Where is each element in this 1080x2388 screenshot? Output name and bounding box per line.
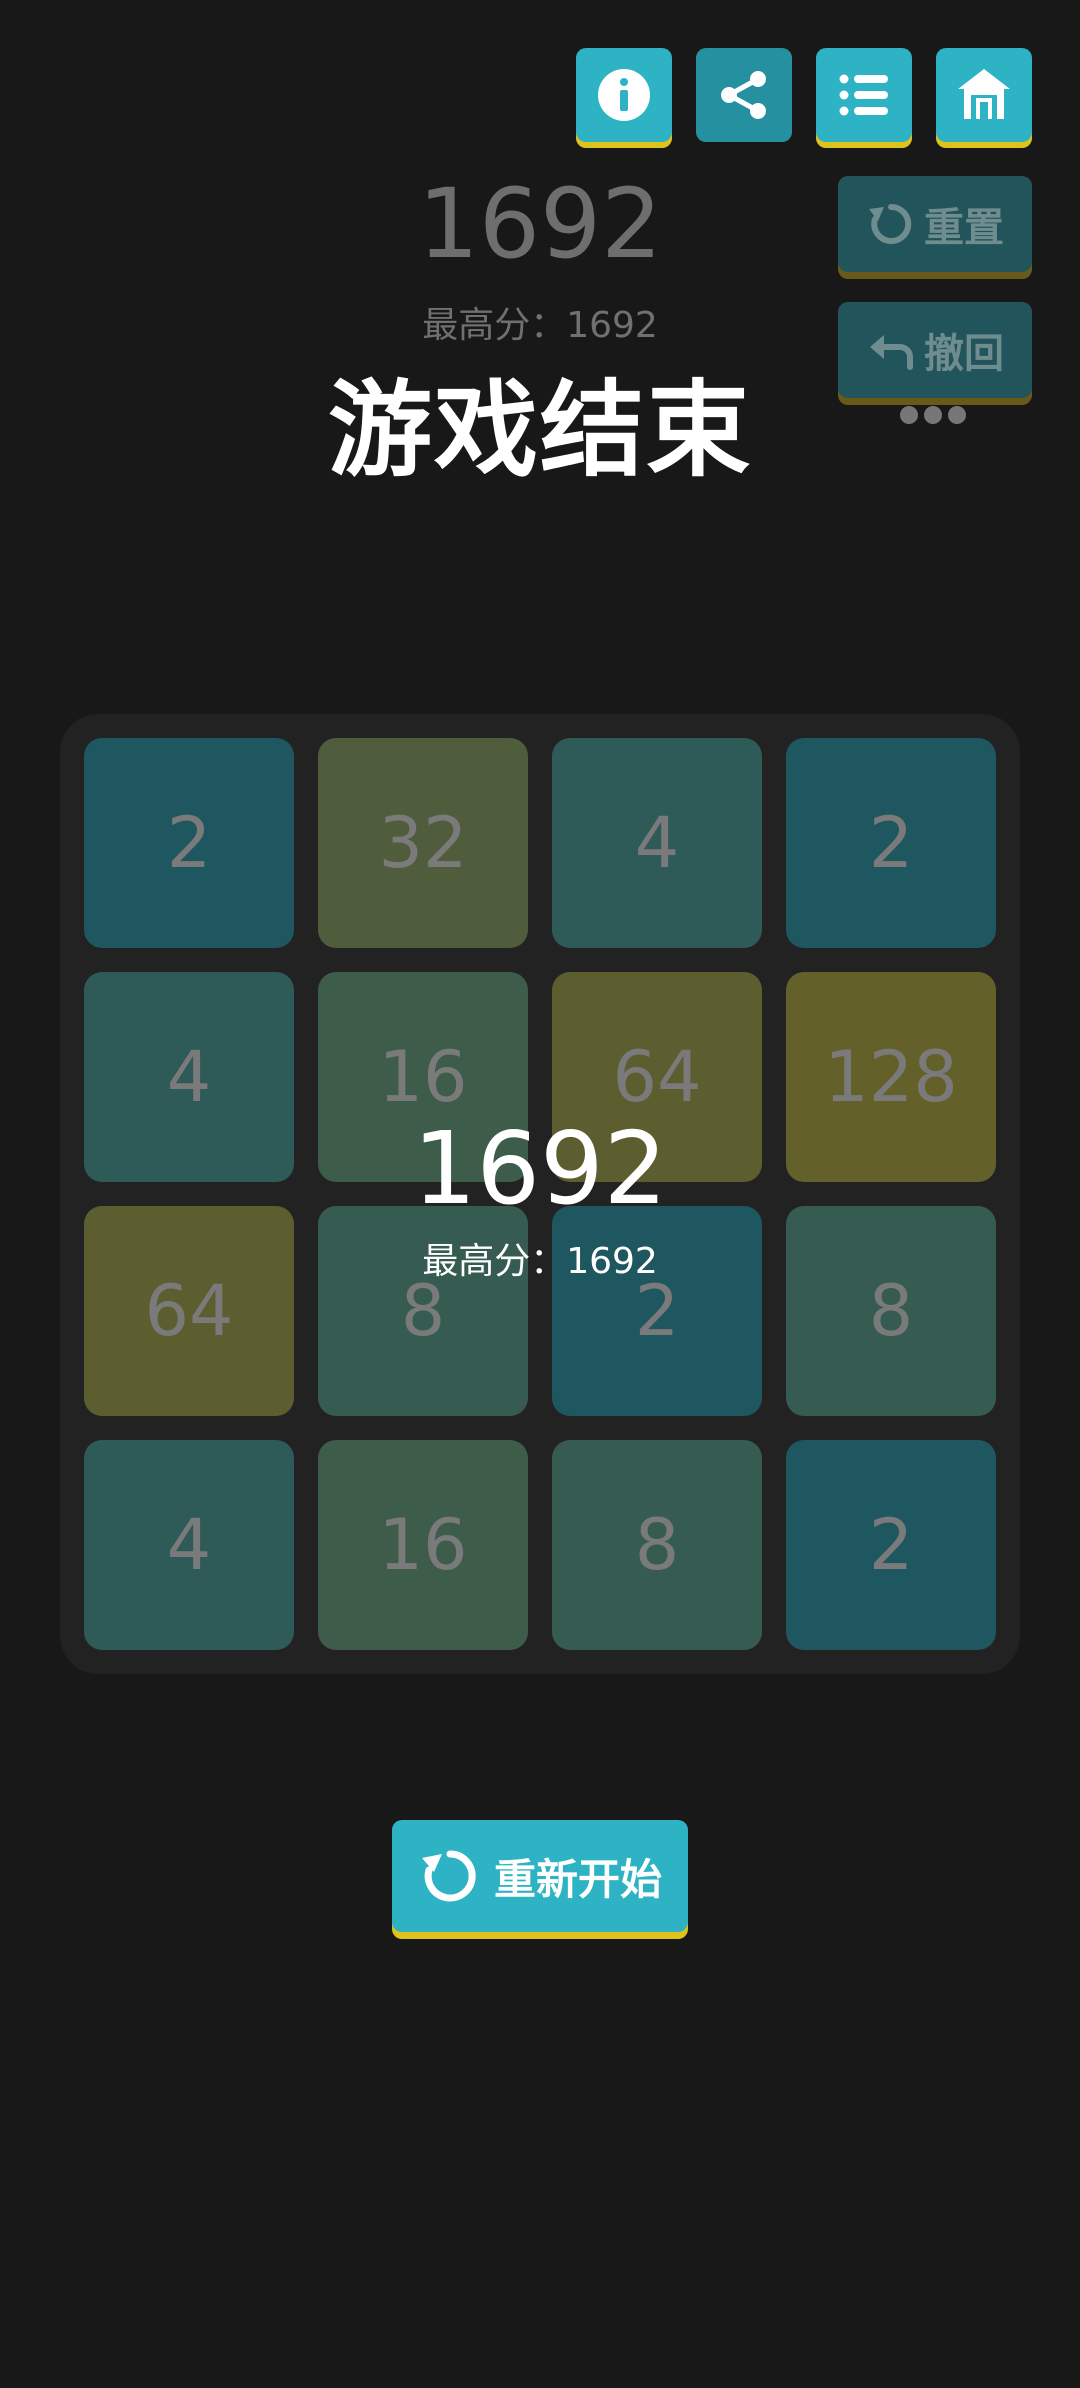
info-button[interactable] — [576, 48, 672, 142]
current-score: 1692 — [417, 168, 663, 280]
tile: 2 — [786, 738, 996, 948]
game-over-title: 游戏结束 — [327, 369, 752, 491]
overlay-best-score: 最高分：1692 — [422, 1241, 658, 1282]
tile: 16 — [318, 1440, 528, 1650]
game-screen: 重置 撤回 1692 最高分：1692 游戏结束 2 32 4 2 4 16 64 128 64… — [0, 0, 1080, 2388]
overlay-score: 1692 — [412, 1110, 668, 1227]
tile: 8 — [552, 1440, 762, 1650]
home-button[interactable] — [936, 48, 1032, 142]
leaderboard-button[interactable] — [816, 48, 912, 142]
list-icon — [839, 74, 888, 116]
best-score: 最高分：1692 — [422, 305, 658, 346]
share-button[interactable] — [696, 48, 792, 142]
tile: 4 — [552, 738, 762, 948]
tile: 2 — [786, 1440, 996, 1650]
share-icon — [721, 71, 766, 119]
tile: 32 — [318, 738, 528, 948]
restart-icon — [421, 1850, 476, 1902]
info-icon — [598, 69, 650, 121]
restart-label: 重新开始 — [493, 1854, 662, 1904]
restart-button[interactable]: 重新开始 — [392, 1820, 688, 1932]
home-icon — [958, 69, 1010, 119]
tile: 4 — [84, 1440, 294, 1650]
tile: 2 — [84, 738, 294, 948]
